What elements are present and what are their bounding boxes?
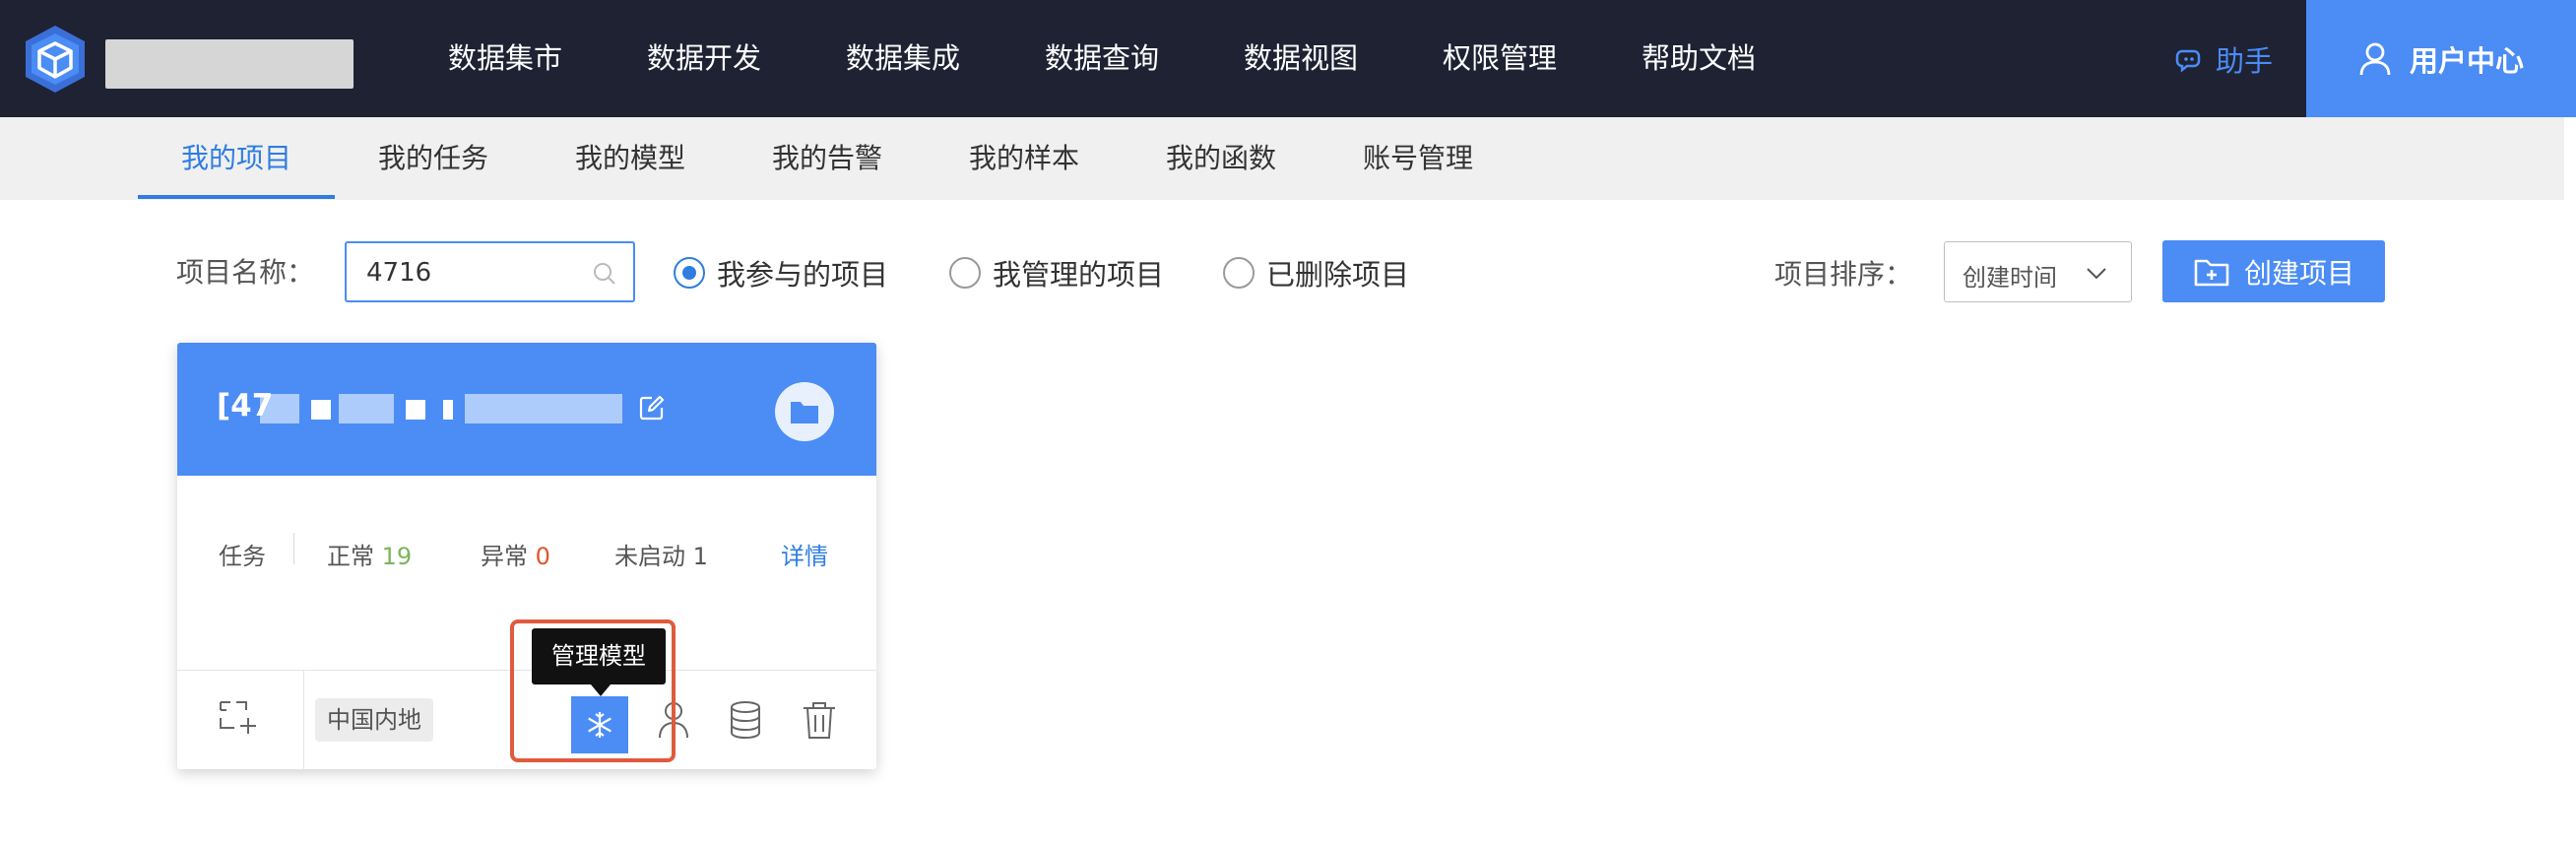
folder-add-icon: [2194, 259, 2229, 286]
create-project-button[interactable]: 创建项目: [2162, 240, 2385, 302]
add-member-icon[interactable]: [217, 698, 260, 742]
redacted-title-part: [311, 400, 331, 420]
logo-icon[interactable]: [20, 24, 91, 95]
tab-my-projects[interactable]: 我的项目: [138, 117, 335, 200]
radio-label: 我参与的项目: [717, 258, 889, 292]
region-tag: 中国内地: [315, 698, 433, 742]
sort-label: 项目排序：: [1774, 258, 1913, 291]
nav-data-query[interactable]: 数据查询: [1045, 0, 1159, 117]
tab-my-samples[interactable]: 我的样本: [926, 117, 1123, 200]
tab-my-functions[interactable]: 我的函数: [1123, 117, 1320, 200]
task-stats: 任务 正常 19 异常 0 未启动 1 详情: [177, 476, 876, 619]
inactive-count: 1: [692, 543, 708, 570]
tab-my-models[interactable]: 我的模型: [532, 117, 729, 200]
tab-my-tasks[interactable]: 我的任务: [335, 117, 532, 200]
redacted-title-part: [260, 394, 299, 424]
normal-count: 19: [381, 543, 413, 570]
radio-checked-icon[interactable]: [674, 257, 705, 289]
divider: [293, 533, 294, 564]
radio-label: 我管理的项目: [993, 258, 1165, 292]
radio-unchecked-icon[interactable]: [949, 257, 981, 289]
project-search-field[interactable]: [345, 241, 635, 302]
radio-deleted-projects[interactable]: 已删除项目: [1223, 252, 1409, 293]
nav-data-view[interactable]: 数据视图: [1244, 0, 1358, 117]
sort-selected-value: 创建时间: [1963, 264, 2057, 292]
nav-help-docs[interactable]: 帮助文档: [1642, 0, 1756, 117]
sort-select[interactable]: 创建时间: [1944, 241, 2132, 302]
nav-data-integration[interactable]: 数据集成: [846, 0, 960, 117]
chevron-down-icon: [2087, 268, 2106, 280]
nav-data-market[interactable]: 数据集市: [448, 0, 562, 117]
inactive-tasks: 未启动 1: [614, 537, 708, 571]
redacted-title-part: [406, 400, 425, 420]
top-navbar: 数据集市 数据开发 数据集成 数据查询 数据视图 权限管理 帮助文档 助手 用户…: [0, 0, 2576, 117]
redacted-title-part: [443, 400, 453, 420]
folder-icon: [791, 402, 818, 424]
abnormal-tasks: 异常 0: [481, 537, 550, 571]
abnormal-count: 0: [535, 543, 550, 570]
assistant-label: 助手: [2216, 43, 2274, 78]
highlight-box: [510, 619, 676, 762]
project-search-input[interactable]: [366, 255, 583, 291]
project-card-header: [47: [177, 343, 876, 476]
sub-tab-bar: 我的项目 我的任务 我的模型 我的告警 我的样本 我的函数 账号管理: [0, 117, 2564, 200]
chat-icon: [2175, 49, 2201, 73]
task-label: 任务: [219, 543, 266, 570]
details-link[interactable]: 详情: [781, 537, 828, 571]
search-icon[interactable]: [592, 261, 617, 287]
radio-participated-projects[interactable]: 我参与的项目: [674, 252, 888, 293]
user-center-label: 用户中心: [2409, 43, 2524, 78]
brand-name-placeholder: [105, 39, 354, 89]
project-name-label: 项目名称：: [176, 256, 315, 289]
tab-account-management[interactable]: 账号管理: [1320, 117, 1516, 200]
edit-icon[interactable]: [638, 394, 666, 422]
divider: [303, 671, 304, 770]
normal-label: 正常: [327, 543, 374, 570]
active-tab-indicator: [138, 195, 335, 199]
assistant-button[interactable]: 助手: [2174, 0, 2273, 117]
redacted-title-part: [465, 394, 622, 424]
radio-managed-projects[interactable]: 我管理的项目: [949, 252, 1164, 293]
database-icon[interactable]: [724, 698, 767, 742]
create-project-label: 创建项目: [2243, 256, 2354, 290]
user-icon: [2359, 42, 2391, 75]
radio-label: 已删除项目: [1266, 258, 1410, 292]
nav-data-develop[interactable]: 数据开发: [647, 0, 761, 117]
tab-my-alerts[interactable]: 我的告警: [729, 117, 926, 200]
user-center-button[interactable]: 用户中心: [2306, 0, 2576, 117]
normal-tasks: 正常 19: [327, 537, 412, 571]
open-folder-button[interactable]: [775, 382, 834, 441]
nav-permission[interactable]: 权限管理: [1443, 0, 1557, 117]
inactive-label: 未启动: [614, 543, 685, 570]
trash-icon[interactable]: [798, 698, 841, 742]
abnormal-label: 异常: [481, 543, 528, 570]
redacted-title-part: [339, 394, 394, 424]
radio-unchecked-icon[interactable]: [1223, 257, 1255, 289]
